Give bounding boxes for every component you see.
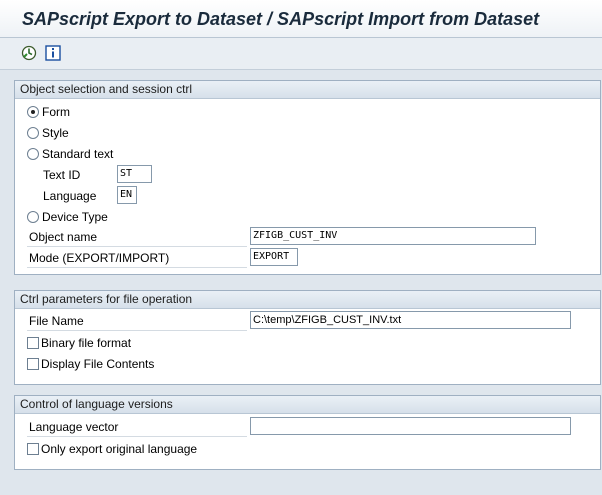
only-original-label: Only export original language — [41, 441, 198, 456]
title-bar: SAPscript Export to Dataset / SAPscript … — [0, 0, 602, 38]
radio-device-type-row[interactable]: Device Type — [27, 207, 108, 226]
radio-standard-text[interactable] — [27, 147, 39, 160]
language-versions-group: Control of language versions Language ve… — [14, 395, 601, 470]
radio-style[interactable] — [27, 126, 39, 139]
radio-form-row[interactable]: Form — [27, 102, 70, 121]
main-content: Object selection and session ctrl Form S… — [0, 70, 602, 495]
file-name-field[interactable]: C:\temp\ZFIGB_CUST_INV.txt — [250, 311, 571, 329]
object-name-field[interactable]: ZFIGB_CUST_INV — [250, 227, 536, 245]
language-vector-label: Language vector — [27, 417, 247, 437]
file-name-label: File Name — [27, 311, 247, 331]
information-button[interactable] — [44, 44, 62, 62]
language-label: Language — [43, 188, 97, 203]
binary-format-row[interactable]: Binary file format — [27, 333, 131, 352]
binary-format-checkbox[interactable] — [27, 336, 39, 349]
application-toolbar — [0, 38, 602, 70]
radio-style-row[interactable]: Style — [27, 123, 69, 142]
language-vector-field[interactable] — [250, 417, 571, 435]
radio-form[interactable] — [27, 105, 39, 118]
execute-button[interactable] — [20, 44, 38, 62]
information-icon — [45, 45, 61, 61]
window-title: SAPscript Export to Dataset / SAPscript … — [22, 9, 540, 29]
mode-field[interactable]: EXPORT — [250, 248, 298, 266]
only-original-checkbox[interactable] — [27, 442, 39, 455]
execute-clock-icon — [21, 45, 37, 61]
language-field[interactable]: EN — [117, 186, 137, 204]
only-original-row[interactable]: Only export original language — [27, 439, 197, 458]
radio-form-label: Form — [42, 104, 70, 119]
group-header: Ctrl parameters for file operation — [15, 291, 600, 309]
radio-standard-text-row[interactable]: Standard text — [27, 144, 113, 163]
radio-style-label: Style — [42, 125, 69, 140]
radio-standard-text-label: Standard text — [42, 146, 114, 161]
radio-device-type-label: Device Type — [42, 209, 108, 224]
display-contents-label: Display File Contents — [41, 356, 155, 371]
object-selection-group: Object selection and session ctrl Form S… — [14, 80, 601, 275]
text-id-field[interactable]: ST — [117, 165, 152, 183]
text-id-label: Text ID — [43, 167, 81, 182]
file-operation-group: Ctrl parameters for file operation File … — [14, 290, 601, 385]
radio-device-type[interactable] — [27, 210, 39, 223]
display-contents-checkbox[interactable] — [27, 357, 39, 370]
display-contents-row[interactable]: Display File Contents — [27, 354, 154, 373]
group-header: Control of language versions — [15, 396, 600, 414]
binary-format-label: Binary file format — [41, 335, 132, 350]
mode-label: Mode (EXPORT/IMPORT) — [27, 248, 247, 268]
group-header: Object selection and session ctrl — [15, 81, 600, 99]
object-name-label: Object name — [27, 227, 247, 247]
